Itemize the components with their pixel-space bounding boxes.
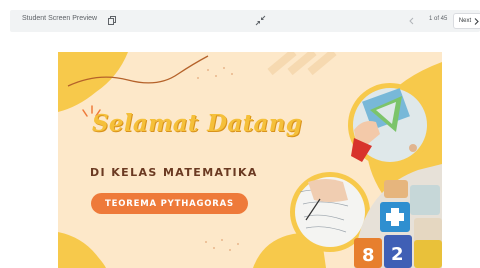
topic-pill-label: TEOREMA PYTHAGORAS xyxy=(105,198,234,209)
collapse-icon[interactable] xyxy=(255,15,266,26)
chevron-left-icon xyxy=(404,14,420,28)
slide-subheading: DI KELAS MATEMATIKA xyxy=(90,166,258,179)
next-button[interactable]: Next xyxy=(453,13,480,29)
slide-heading: Selamat Datang xyxy=(92,110,303,137)
copy-icon[interactable] xyxy=(108,16,116,25)
chevron-right-icon xyxy=(474,17,479,25)
page-counter: 1 of 45 xyxy=(429,16,448,22)
topic-pill: TEOREMA PYTHAGORAS xyxy=(91,193,248,214)
slide-preview: 8 2 Selamat Datang DI KELAS MATEMATIKA T… xyxy=(58,52,442,268)
slide-text-layer: Selamat Datang DI KELAS MATEMATIKA TEORE… xyxy=(58,52,442,268)
preview-title: Student Screen Preview xyxy=(22,15,98,22)
next-button-label: Next xyxy=(458,18,472,24)
preview-toolbar: Student Screen Preview 1 of 45 Next xyxy=(10,10,480,32)
previous-button[interactable] xyxy=(404,14,420,28)
